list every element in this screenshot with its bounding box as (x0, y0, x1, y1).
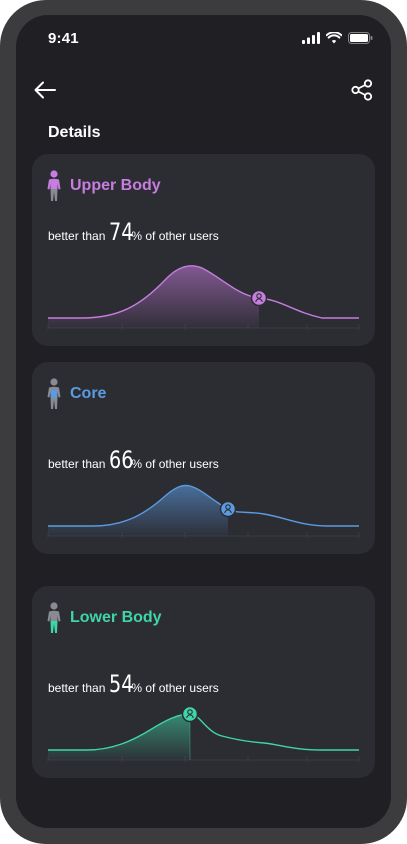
back-button[interactable] (30, 75, 60, 105)
card-title: Upper Body (70, 177, 161, 194)
card-upper-body[interactable]: Upper Body better than 74 % of other use… (32, 154, 375, 346)
cellular-signal-icon (302, 32, 320, 44)
stat-suffix: % of other users (131, 229, 219, 243)
curve-line (48, 265, 359, 319)
stat-value: 74 (109, 218, 134, 246)
stat-prefix: better than (48, 681, 106, 695)
screen: 9:41 Details Upper Body better than 74 %… (16, 15, 391, 828)
curve-fill (48, 265, 259, 328)
section-title: Details (48, 124, 101, 141)
curve-line (48, 713, 359, 751)
card-header: Lower Body (46, 602, 162, 634)
curve-fill (48, 714, 190, 760)
share-icon (351, 79, 373, 101)
card-lower-body[interactable]: Lower Body better than 54 % of other use… (32, 586, 375, 778)
battery-icon (348, 32, 373, 44)
user-marker (181, 705, 199, 723)
baseline-ticks (47, 532, 360, 538)
card-core[interactable]: Core better than 66 % of other users (32, 362, 375, 554)
upper-body-figure-icon (47, 170, 61, 201)
phone-frame: 9:41 Details Upper Body better than 74 %… (0, 0, 407, 844)
curve-fill (48, 485, 228, 536)
card-title: Core (70, 385, 107, 402)
user-marker (250, 289, 268, 307)
curve-line (48, 484, 359, 527)
status-bar: 9:41 (16, 15, 391, 63)
status-icons (302, 31, 373, 45)
stat-line: better than 54 % of other users (48, 670, 219, 698)
baseline-ticks (47, 324, 360, 330)
card-title: Lower Body (70, 609, 162, 626)
core-figure-icon (47, 378, 61, 409)
stat-prefix: better than (48, 457, 106, 471)
stat-suffix: % of other users (131, 457, 219, 471)
card-header: Upper Body (46, 170, 161, 202)
nav-bar (16, 73, 391, 109)
lower-body-figure-icon (47, 602, 61, 633)
stat-suffix: % of other users (131, 681, 219, 695)
stat-value: 54 (109, 670, 134, 698)
stat-prefix: better than (48, 229, 106, 243)
stat-line: better than 66 % of other users (48, 446, 219, 474)
baseline-ticks (47, 756, 360, 762)
card-header: Core (46, 378, 106, 410)
arrow-left-icon (34, 81, 56, 99)
share-button[interactable] (347, 75, 377, 105)
status-time: 9:41 (48, 30, 79, 47)
wifi-icon (326, 32, 342, 44)
stat-line: better than 74 % of other users (48, 218, 219, 246)
user-marker (219, 500, 237, 518)
stat-value: 66 (109, 446, 134, 474)
